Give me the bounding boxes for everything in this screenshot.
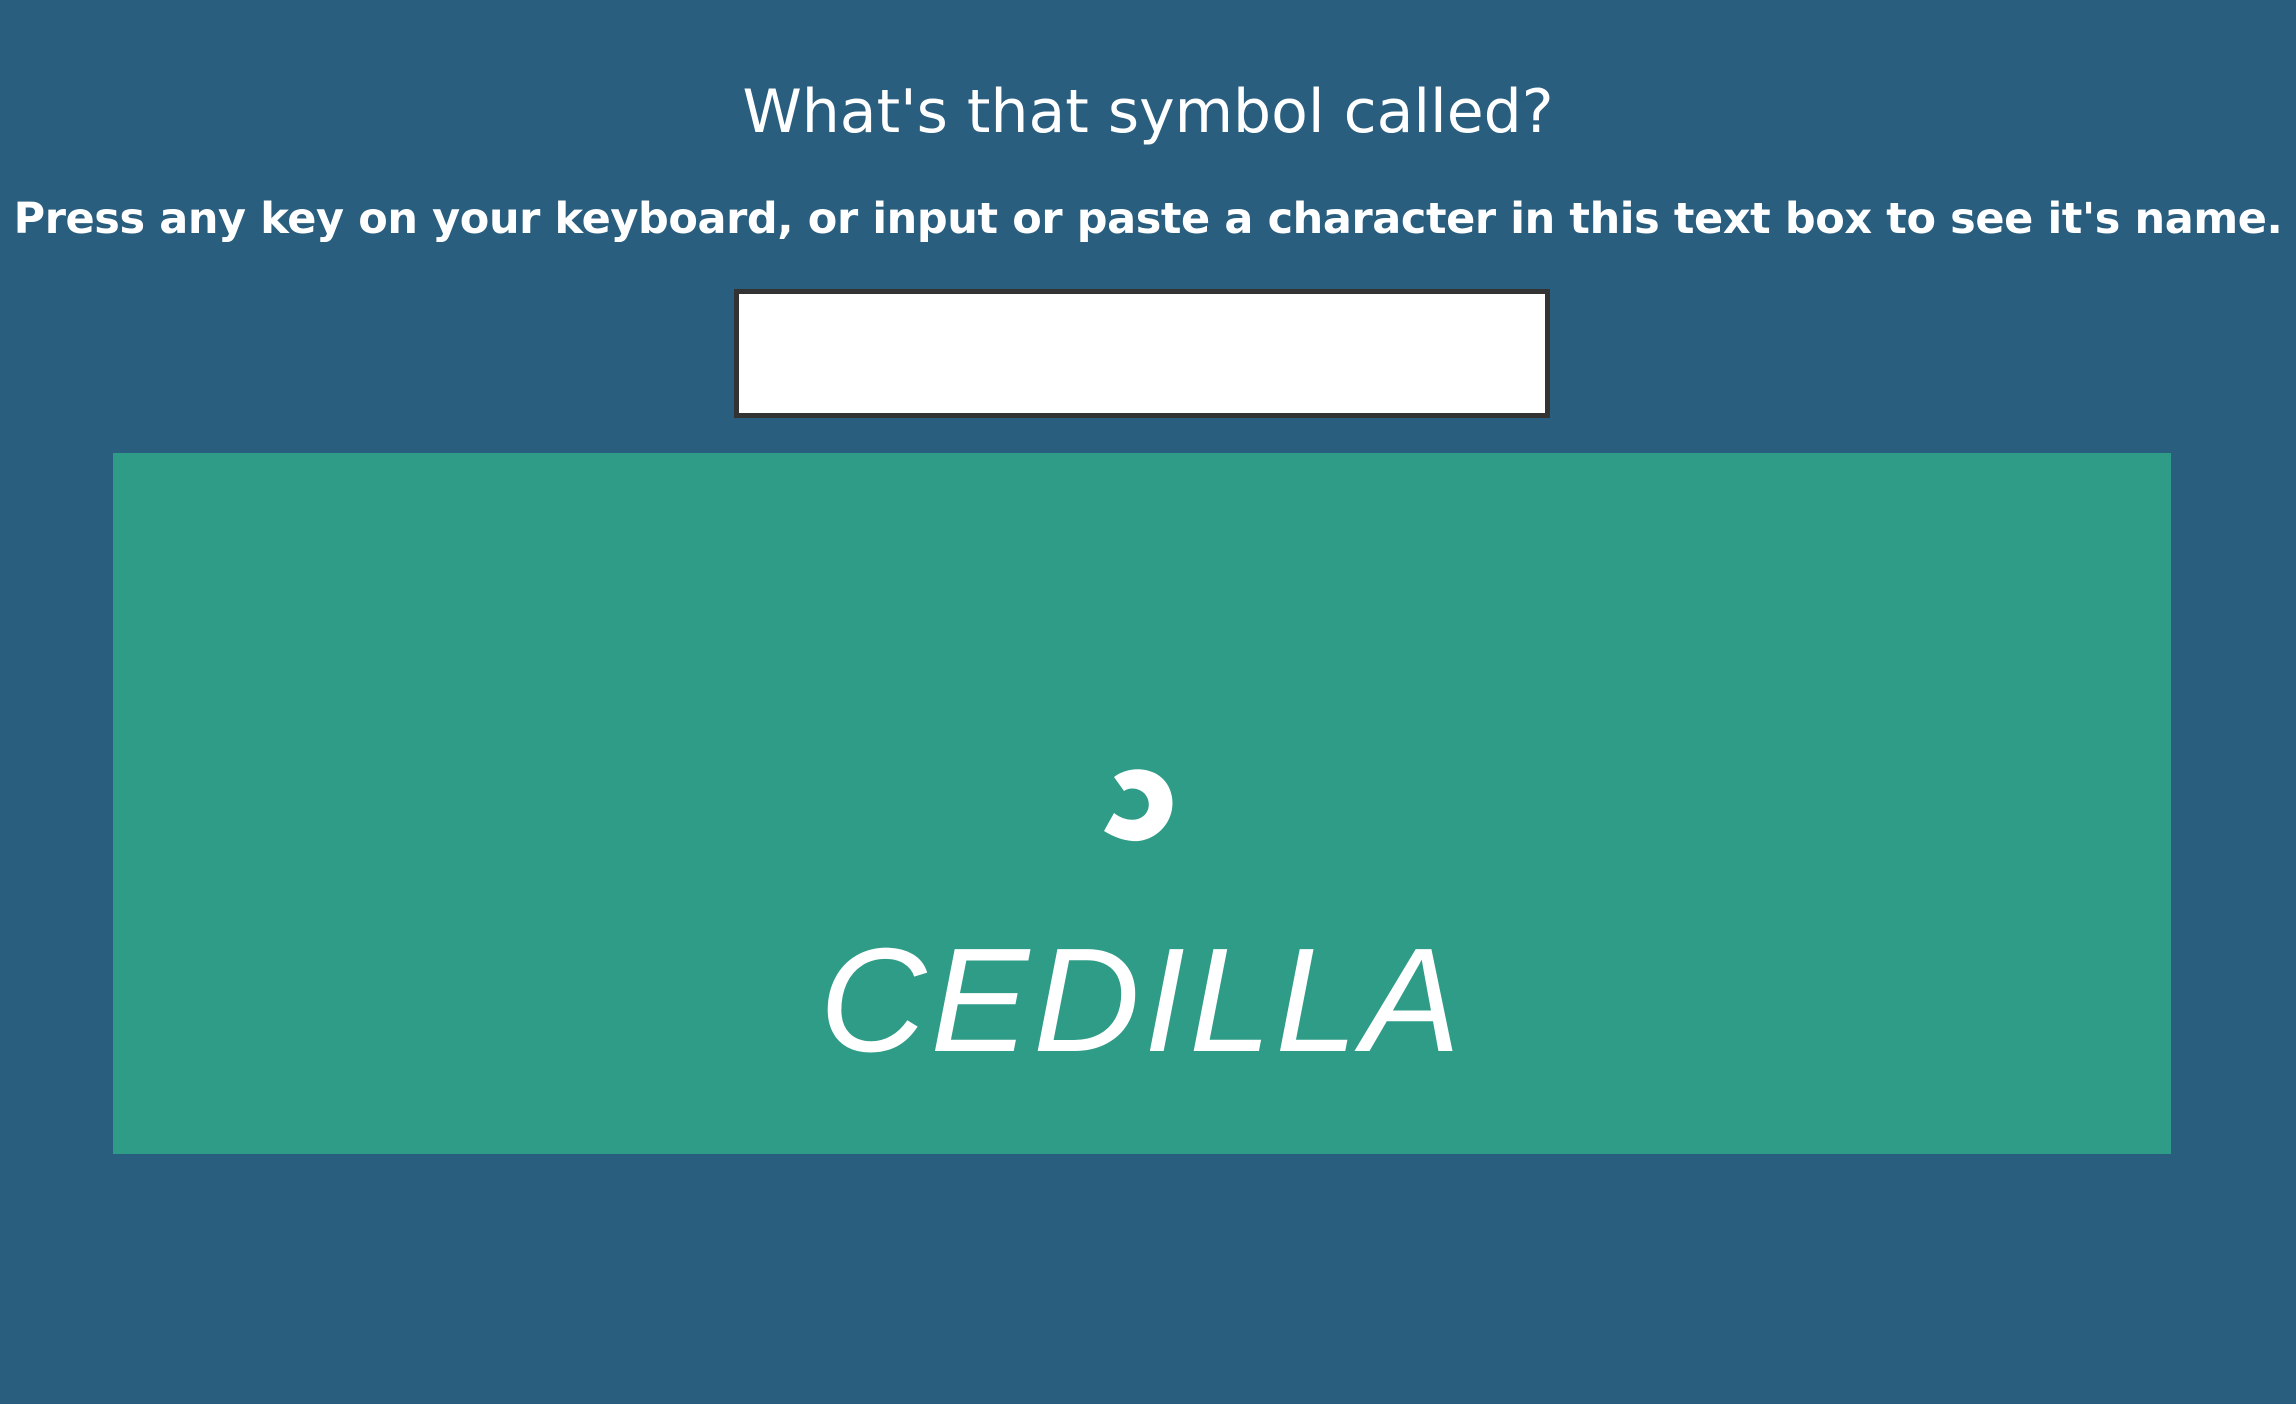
instructions-text: Press any key on your keyboard, or input… <box>13 194 2283 244</box>
character-input[interactable] <box>734 289 1550 418</box>
page-title: What's that symbol called? <box>742 77 1554 147</box>
symbol-name: CEDILLA <box>819 918 1465 1083</box>
cedilla-icon <box>1104 769 1173 842</box>
symbol-display <box>113 753 2171 913</box>
result-panel: CEDILLA <box>113 453 2171 1154</box>
